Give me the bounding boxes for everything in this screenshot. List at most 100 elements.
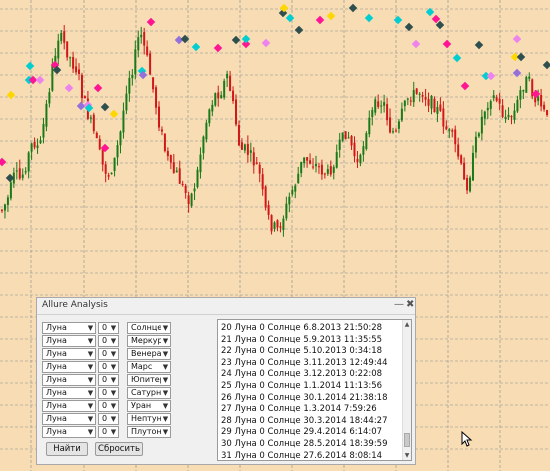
chevron-down-icon[interactable]: ▼: [86, 323, 95, 333]
aspect-select[interactable]: 0 ▼: [98, 322, 119, 334]
result-item[interactable]: 27 Луна 0 Солнце 1.3.2014 7:59:26: [221, 404, 377, 414]
planet1-select[interactable]: Луна ▼: [42, 335, 96, 347]
candle-body: [205, 122, 208, 140]
planet2-select[interactable]: Сатурн ▼: [127, 387, 171, 399]
candle-body: [312, 166, 315, 168]
chevron-down-icon[interactable]: ▼: [86, 414, 95, 424]
scroll-down-icon[interactable]: ▼: [403, 452, 411, 459]
chevron-down-icon[interactable]: ▼: [109, 427, 118, 437]
dialog-titlebar[interactable]: Allure Analysis — ✖: [37, 298, 415, 315]
planet1-select[interactable]: Луна ▼: [42, 322, 96, 334]
planet2-select[interactable]: Уран ▼: [127, 400, 171, 412]
candle-body: [392, 131, 395, 133]
aspect-select[interactable]: 0 ▼: [98, 335, 119, 347]
planet2-select[interactable]: Нептун ▼: [127, 413, 171, 425]
chevron-down-icon[interactable]: ▼: [161, 414, 170, 424]
chevron-down-icon[interactable]: ▼: [109, 375, 118, 385]
chevron-down-icon[interactable]: ▼: [161, 388, 170, 398]
result-item[interactable]: 21 Луна 0 Солнце 5.9.2013 11:35:55: [221, 335, 382, 345]
chevron-down-icon[interactable]: ▼: [109, 336, 118, 346]
candle-body: [540, 95, 543, 107]
candle-body: [172, 162, 175, 173]
result-item[interactable]: 23 Луна 0 Солнце 3.11.2013 12:49:44: [221, 358, 388, 368]
aspect-select[interactable]: 0 ▼: [98, 348, 119, 360]
chevron-down-icon[interactable]: ▼: [109, 323, 118, 333]
result-item[interactable]: 25 Луна 0 Солнце 1.1.2014 11:13:56: [221, 381, 382, 391]
candle-body: [80, 74, 83, 99]
candle-body: [433, 98, 436, 113]
planet2-select[interactable]: Юпитер ▼: [127, 374, 171, 386]
candle-body: [246, 143, 249, 155]
chevron-down-icon[interactable]: ▼: [161, 401, 170, 411]
aspect-select[interactable]: 0 ▼: [98, 426, 119, 438]
chevron-down-icon[interactable]: ▼: [109, 401, 118, 411]
result-item[interactable]: 20 Луна 0 Солнце 6.8.2013 21:50:28: [221, 323, 382, 333]
candle-body: [119, 131, 122, 146]
chevron-down-icon[interactable]: ▼: [86, 336, 95, 346]
candle-body: [240, 142, 243, 150]
aspect-select[interactable]: 0 ▼: [98, 387, 119, 399]
find-button[interactable]: Найти: [46, 442, 88, 456]
chevron-down-icon[interactable]: ▼: [161, 427, 170, 437]
chevron-down-icon[interactable]: ▼: [109, 362, 118, 372]
aspect-select[interactable]: 0 ▼: [98, 413, 119, 425]
reset-button[interactable]: Сбросить: [95, 442, 143, 456]
planet2-select[interactable]: Плутон ▼: [127, 426, 171, 438]
planet1-select[interactable]: Луна ▼: [42, 361, 96, 373]
result-item[interactable]: 22 Луна 0 Солнце 5.10.2013 0:34:18: [221, 346, 382, 356]
scroll-thumb[interactable]: [404, 433, 410, 447]
chevron-down-icon[interactable]: ▼: [109, 388, 118, 398]
candle-body: [317, 166, 320, 168]
result-item[interactable]: 24 Луна 0 Солнце 3.12.2013 0:22:08: [221, 369, 382, 379]
planet2-select[interactable]: Венера ▼: [127, 348, 171, 360]
candle-body: [196, 169, 199, 188]
planet2-select[interactable]: Меркурий ▼: [127, 335, 171, 347]
results-list[interactable]: 20 Луна 0 Солнце 6.8.2013 21:50:28 21 Лун…: [217, 319, 412, 461]
chevron-down-icon[interactable]: ▼: [109, 414, 118, 424]
aspect-select[interactable]: 0 ▼: [98, 374, 119, 386]
planet1-select[interactable]: Луна ▼: [42, 413, 96, 425]
candle-body: [359, 154, 362, 164]
candle-body: [353, 142, 356, 157]
candle-body: [202, 136, 205, 154]
scroll-up-icon[interactable]: ▲: [403, 321, 411, 328]
aspect-select[interactable]: 0 ▼: [98, 400, 119, 412]
close-button[interactable]: ✖: [406, 299, 414, 310]
candle-body: [377, 101, 380, 108]
chevron-down-icon[interactable]: ▼: [109, 349, 118, 359]
candle-body: [421, 95, 424, 97]
candle-body: [39, 140, 42, 144]
chevron-down-icon[interactable]: ▼: [86, 388, 95, 398]
result-item[interactable]: 29 Луна 0 Солнце 29.4.2014 6:14:07: [221, 427, 382, 437]
planet1-select[interactable]: Луна ▼: [42, 387, 96, 399]
chevron-down-icon[interactable]: ▼: [86, 362, 95, 372]
candle-body: [15, 170, 18, 172]
chevron-down-icon[interactable]: ▼: [161, 375, 170, 385]
results-scrollbar[interactable]: ▲ ▼: [402, 320, 411, 460]
aspect-select[interactable]: 0 ▼: [98, 361, 119, 373]
minimize-button[interactable]: —: [394, 299, 404, 310]
chevron-down-icon[interactable]: ▼: [161, 323, 170, 333]
chevron-down-icon[interactable]: ▼: [86, 427, 95, 437]
planet2-select[interactable]: Марс ▼: [127, 361, 171, 373]
chevron-down-icon[interactable]: ▼: [86, 349, 95, 359]
planet1-select[interactable]: Луна ▼: [42, 426, 96, 438]
planet1-select[interactable]: Луна ▼: [42, 374, 96, 386]
candle-body: [45, 103, 48, 127]
result-item[interactable]: 30 Луна 0 Солнце 28.5.2014 18:39:59: [221, 439, 388, 449]
candle-body: [42, 123, 45, 138]
chevron-down-icon[interactable]: ▼: [86, 375, 95, 385]
planet2-select[interactable]: Солнце ▼: [127, 322, 171, 334]
planet1-select[interactable]: Луна ▼: [42, 348, 96, 360]
select-value: Луна: [46, 388, 67, 397]
result-item[interactable]: 26 Луна 0 Солнце 30.1.2014 21:38:18: [221, 393, 388, 403]
planet1-select[interactable]: Луна ▼: [42, 400, 96, 412]
candle-body: [394, 130, 397, 132]
result-item[interactable]: 28 Луна 0 Солнце 30.3.2014 18:44:27: [221, 416, 388, 426]
chevron-down-icon[interactable]: ▼: [161, 362, 170, 372]
result-item[interactable]: 31 Луна 0 Солнце 27.6.2014 8:08:14: [221, 451, 382, 460]
chevron-down-icon[interactable]: ▼: [161, 336, 170, 346]
chevron-down-icon[interactable]: ▼: [161, 349, 170, 359]
candle-body: [134, 49, 137, 75]
chevron-down-icon[interactable]: ▼: [86, 401, 95, 411]
